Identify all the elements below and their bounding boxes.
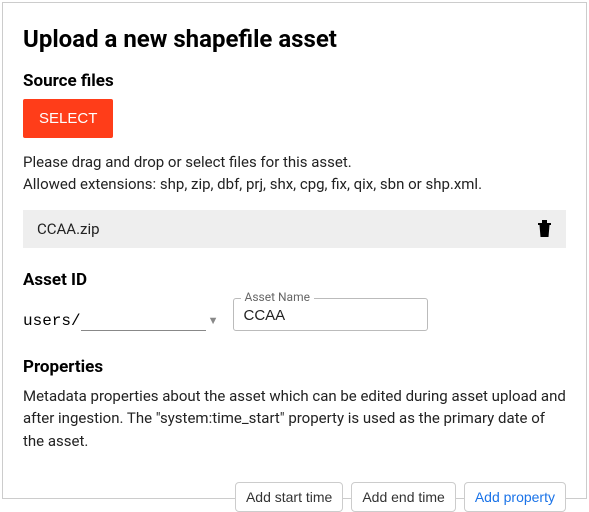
asset-id-heading: Asset ID (23, 270, 566, 290)
trash-icon[interactable] (537, 220, 552, 237)
dialog-title: Upload a new shapefile asset (23, 25, 566, 53)
select-files-button[interactable]: SELECT (23, 99, 113, 138)
add-property-button[interactable]: Add property (464, 482, 566, 512)
asset-id-row: users/ ▼ Asset Name (23, 298, 566, 331)
hint-line-2: Allowed extensions: shp, zip, dbf, prj, … (23, 175, 482, 193)
properties-description: Metadata properties about the asset whic… (23, 385, 566, 453)
asset-path-input[interactable] (81, 311, 206, 331)
asset-path-selector[interactable]: users/ ▼ (23, 311, 219, 331)
upload-shapefile-dialog: Upload a new shapefile asset Source file… (2, 2, 587, 499)
hint-line-1: Please drag and drop or select files for… (23, 153, 352, 171)
properties-button-row: Add start time Add end time Add property (23, 482, 566, 512)
source-files-heading: Source files (23, 71, 566, 91)
properties-heading: Properties (23, 357, 566, 377)
chevron-down-icon[interactable]: ▼ (208, 314, 219, 327)
file-name: CCAA.zip (37, 220, 100, 238)
file-row: CCAA.zip (23, 210, 566, 248)
add-end-time-button[interactable]: Add end time (351, 482, 456, 512)
asset-name-field: Asset Name (233, 298, 428, 331)
add-start-time-button[interactable]: Add start time (235, 482, 343, 512)
asset-path-prefix: users/ (23, 312, 81, 330)
source-files-hint: Please drag and drop or select files for… (23, 152, 566, 196)
asset-name-label: Asset Name (241, 290, 314, 304)
